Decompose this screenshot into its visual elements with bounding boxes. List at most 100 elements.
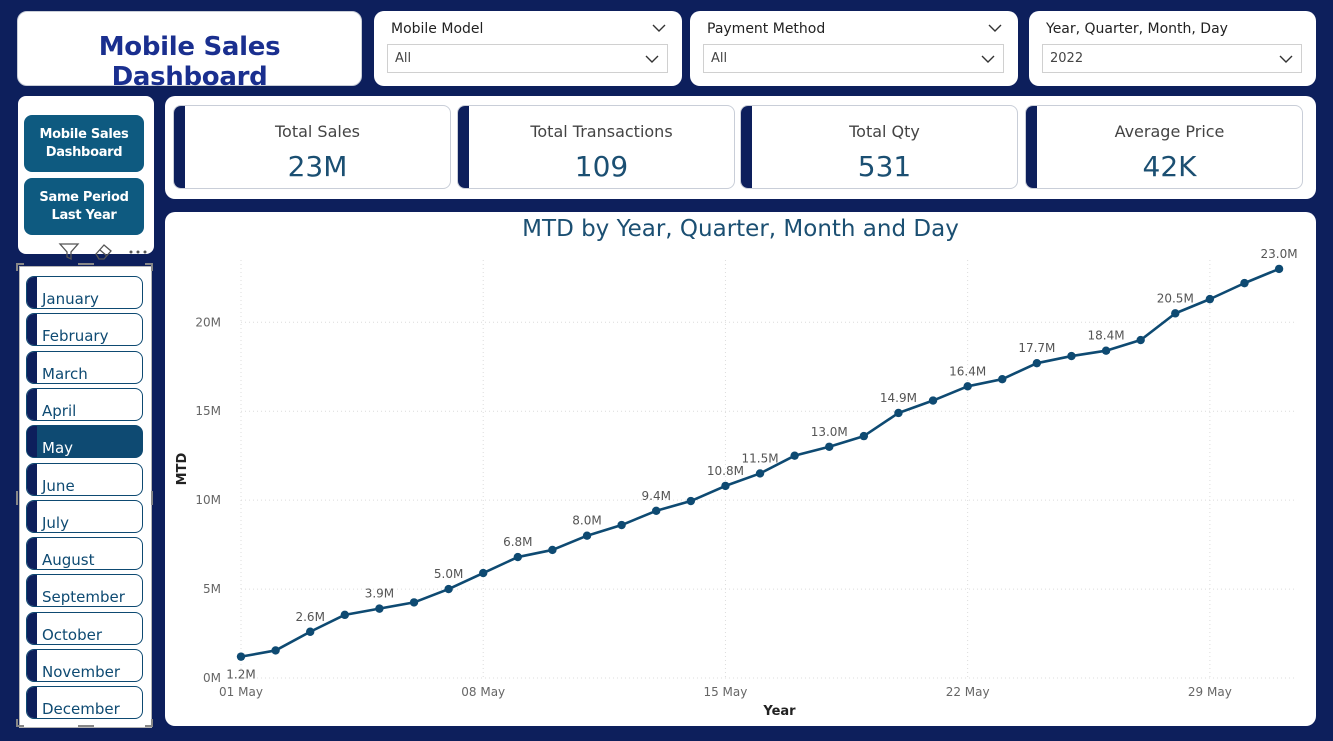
data-point	[582, 531, 592, 540]
data-point	[271, 646, 280, 655]
month-item-july[interactable]: July	[26, 499, 143, 533]
month-label: October	[42, 625, 103, 644]
month-item-may[interactable]: May	[26, 425, 143, 459]
kpi-panel: Total Sales 23M Total Transactions 109 T…	[165, 96, 1316, 199]
x-axis-label: Year	[762, 704, 796, 719]
slicer-label: Year, Quarter, Month, Day	[1046, 21, 1228, 37]
nav-button-mobile-sales-dashboard[interactable]: Mobile Sales Dashboard	[24, 115, 144, 172]
month-accent-stripe	[27, 575, 37, 607]
kpi-value: 42K	[1142, 150, 1197, 183]
kpi-card-total-sales: Total Sales 23M	[173, 105, 451, 189]
y-tick-label: 10M	[195, 493, 221, 507]
data-point	[686, 496, 696, 506]
data-point	[479, 568, 488, 578]
dropdown-value: 2022	[1050, 51, 1084, 66]
month-label: November	[42, 663, 121, 681]
kpi-card-average-price: Average Price 42K	[1025, 105, 1303, 189]
slicer-payment-method[interactable]: Payment Method All	[690, 11, 1018, 86]
month-item-november[interactable]: November	[26, 649, 143, 682]
month-item-march[interactable]: March	[26, 350, 143, 384]
month-item-september[interactable]: September	[26, 574, 143, 608]
kpi-value: 23M	[287, 150, 348, 183]
month-item-december[interactable]: December	[26, 686, 143, 720]
data-label: 23.0M	[1261, 247, 1298, 261]
kpi-accent-bar	[1026, 106, 1037, 188]
data-point	[825, 442, 834, 451]
selection-handle[interactable]	[16, 719, 18, 727]
more-options-icon[interactable]	[126, 241, 150, 261]
title-card: Mobile Sales Dashboard	[17, 11, 362, 92]
month-label: March	[42, 364, 88, 383]
y-tick-label: 5M	[203, 582, 221, 596]
selection-handle[interactable]	[151, 491, 153, 505]
month-label: January	[42, 290, 99, 308]
month-accent-stripe	[27, 314, 37, 346]
data-point	[963, 382, 972, 391]
data-point	[306, 627, 315, 636]
month-item-february[interactable]: February	[26, 313, 143, 347]
eraser-icon[interactable]	[92, 241, 114, 261]
selection-handle[interactable]	[16, 491, 18, 505]
data-point	[1240, 278, 1249, 288]
chevron-down-icon[interactable]	[645, 54, 659, 64]
data-point	[1032, 358, 1042, 368]
mtd-line-chart: 0M 5M 10M 15M 20M 01 May 08 May 15 May 22 May 29 …	[165, 212, 1316, 726]
month-item-april[interactable]: April	[26, 387, 143, 421]
data-point	[513, 552, 523, 562]
chevron-down-icon[interactable]	[1279, 54, 1293, 64]
data-point	[790, 451, 799, 460]
mobile-model-dropdown[interactable]: All	[387, 44, 668, 73]
x-tick-label: 01 May	[219, 685, 263, 699]
data-label: 6.8M	[503, 535, 532, 549]
month-item-august[interactable]: August	[26, 537, 143, 571]
selection-handle[interactable]	[78, 263, 94, 265]
selection-handle[interactable]	[78, 725, 94, 727]
selection-handle[interactable]	[16, 263, 18, 271]
month-item-june[interactable]: June	[26, 462, 143, 496]
chevron-down-icon[interactable]	[981, 54, 995, 64]
month-accent-stripe	[27, 351, 37, 383]
kpi-value: 109	[574, 150, 629, 183]
kpi-label: Total Qty	[849, 122, 920, 141]
selection-handle[interactable]	[151, 719, 153, 727]
month-item-january[interactable]: January	[26, 276, 143, 309]
slicer-date-hierarchy[interactable]: Year, Quarter, Month, Day 2022	[1029, 11, 1316, 86]
kpi-accent-bar	[458, 106, 469, 188]
data-label: 5.0M	[434, 567, 463, 581]
payment-method-dropdown[interactable]: All	[703, 44, 1004, 73]
kpi-label: Total Sales	[274, 122, 361, 141]
month-label: December	[42, 700, 120, 719]
data-label: 10.8M	[707, 464, 744, 478]
data-point	[1067, 351, 1076, 361]
dropdown-value: All	[395, 51, 412, 66]
data-label: 20.5M	[1157, 291, 1194, 305]
selection-handle[interactable]	[151, 263, 153, 271]
y-tick-label: 20M	[195, 315, 221, 329]
y-tick-label: 15M	[195, 404, 221, 418]
slicer-label: Mobile Model	[391, 21, 484, 37]
month-label: June	[42, 476, 75, 495]
visual-header	[54, 239, 154, 263]
nav-button-same-period-last-year[interactable]: Same Period Last Year	[24, 178, 144, 235]
slicer-label: Payment Method	[707, 21, 826, 37]
data-point	[236, 652, 246, 661]
date-dropdown[interactable]: 2022	[1042, 44, 1302, 73]
x-tick-label: 08 May	[461, 685, 505, 699]
dropdown-value: All	[711, 51, 728, 66]
data-point	[1136, 335, 1145, 345]
data-label: 1.2M	[226, 668, 255, 682]
month-label: February	[42, 327, 109, 346]
data-point	[755, 469, 765, 478]
data-point	[1171, 309, 1180, 318]
month-label: April	[42, 401, 77, 420]
data-point	[548, 545, 557, 555]
chevron-down-icon[interactable]	[988, 23, 1002, 33]
month-item-october[interactable]: October	[26, 611, 143, 645]
x-tick-label: 29 May	[1188, 685, 1232, 699]
slicer-mobile-model[interactable]: Mobile Model All	[374, 11, 682, 86]
month-accent-stripe	[27, 687, 37, 719]
data-point	[998, 374, 1007, 384]
chevron-down-icon[interactable]	[652, 23, 666, 33]
data-label: 2.6M	[295, 610, 324, 624]
filter-icon[interactable]	[58, 241, 80, 261]
